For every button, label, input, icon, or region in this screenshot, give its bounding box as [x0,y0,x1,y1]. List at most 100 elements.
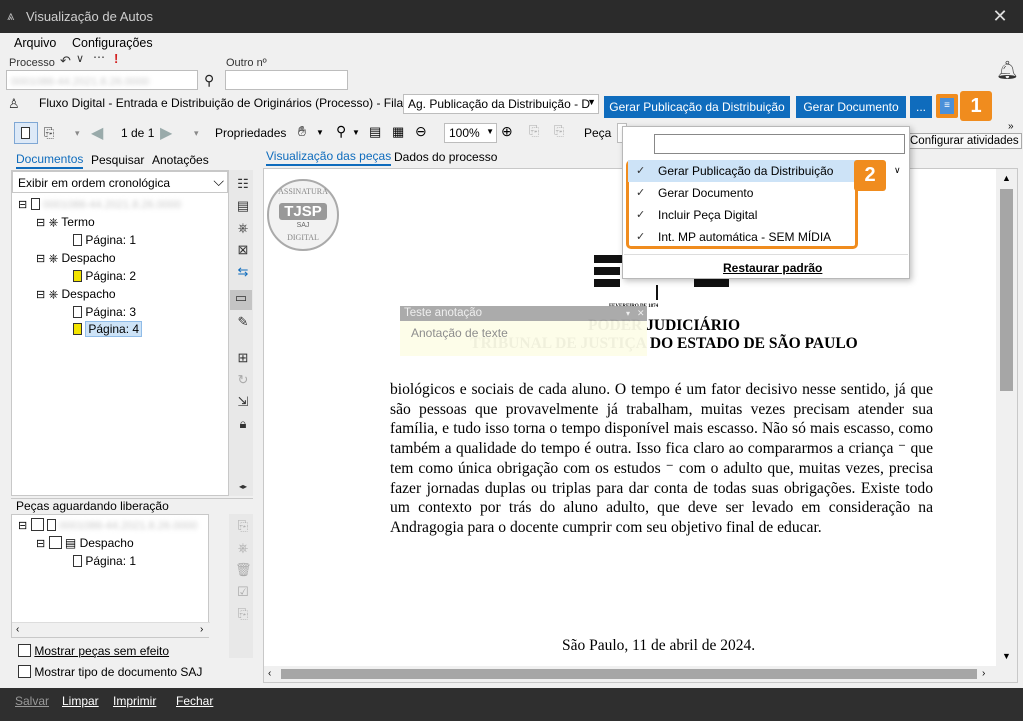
checkbox[interactable] [48,536,62,549]
zoom-in-icon[interactable]: ⊕ [501,123,513,140]
dropdown-search-input[interactable] [654,134,905,154]
limpar-button[interactable]: Limpar [62,694,99,708]
tree-page-4[interactable]: Página: 4 [73,321,143,337]
waiting-root[interactable]: ⊟ 0001086-44.2021.8.26.0000 [18,518,198,532]
scroll-thumb[interactable] [1000,189,1013,391]
gerar-documento-button[interactable]: Gerar Documento [796,96,906,118]
collapse-icon[interactable]: ⊟ [36,538,45,550]
chevron-down-icon[interactable]: ▼ [316,128,324,137]
copy-icon[interactable]: ⎘ [235,606,251,622]
chevron-down-icon[interactable]: ▾ [626,306,630,321]
tab-dados[interactable]: Dados do processo [394,150,497,164]
fit-width-icon[interactable]: ▤ [369,124,381,140]
refresh-icon[interactable]: ↻ [235,372,251,388]
undo-icon[interactable]: ↶ [60,53,71,69]
more-dots-icon[interactable]: ⋯ [93,50,105,64]
edit-note-icon[interactable]: ✎ [235,314,251,330]
configure-activities-button[interactable]: ≡ [936,94,958,118]
tree-page-3[interactable]: Página: 3 [73,305,136,319]
trash-icon[interactable]: 🗑︎ [235,562,252,578]
tree-root[interactable]: ⊟ 0001086-44.2021.8.26.0000 [18,197,181,211]
dropdown-item-int-mp[interactable]: ✓ Int. MP automática - SEM MÍDIA [628,226,860,248]
scroll-thumb[interactable] [281,669,977,679]
zoom-out-icon[interactable]: ⊖ [415,123,427,140]
collapse-icon[interactable]: ⊟ [36,217,45,229]
scroll-left-icon[interactable]: ‹ [268,668,271,679]
last-page-icon[interactable]: ▾ [194,128,199,139]
order-select[interactable]: Exibir em ordem cronológica ⌵ [12,171,228,193]
release-icon[interactable]: ⎘ [235,518,251,534]
close-icon[interactable]: ✕ [990,5,1010,27]
search-icon[interactable]: ⚲ [204,72,214,89]
tab-documentos[interactable]: Documentos [16,152,84,169]
sem-efeito-checkbox[interactable]: Mostrar peças sem efeito [18,644,169,658]
certificate-icon[interactable]: ⎈ [235,220,251,236]
notification-bell-icon[interactable]: 🔔︎ [996,60,1019,84]
add-icon[interactable]: ⊞ [235,350,251,366]
propriedades-button[interactable]: Propriedades [215,126,286,140]
fit-page-icon[interactable]: ▦ [392,124,404,140]
paste-icon[interactable]: ⎘ [554,123,564,139]
doc-view-toggle[interactable] [14,122,38,144]
certificate-icon[interactable]: ⎈ [235,540,251,556]
fechar-button[interactable]: Fechar [176,694,213,708]
gerar-publicacao-button[interactable]: Gerar Publicação da Distribuição [604,96,790,118]
collapse-icon[interactable]: ⊟ [18,520,27,532]
compare-icon[interactable]: ⇆ [235,264,251,280]
prev-page-icon[interactable]: ◀ [91,123,103,143]
tree-item-termo[interactable]: ⊟ ⎈ Termo [36,215,95,230]
collapse-icon[interactable]: ⊟ [36,253,45,265]
split-view-icon[interactable]: ⎘ [44,125,54,141]
dropdown-item-gerar-publicacao[interactable]: ✓ Gerar Publicação da Distribuição [628,160,860,182]
scroll-left-icon[interactable]: ‹ [16,624,19,635]
copy-icon[interactable]: ⎘ [529,123,539,139]
tab-anotacoes[interactable]: Anotações [152,153,209,167]
checkbox[interactable] [18,644,31,657]
zoom-search-icon[interactable]: ⚲ [336,123,346,140]
waiting-item-despacho[interactable]: ⊟ ▤ Despacho [36,536,134,550]
chevron-down-icon[interactable]: ∨ [894,165,901,176]
waiting-page-1[interactable]: Página: 1 [73,554,136,568]
stack-icon[interactable]: ▤ [235,198,251,214]
collapse-icon[interactable]: ⊟ [36,289,45,301]
annotation-popup[interactable]: Teste anotação ▾ ✕ Anotação de texte [400,306,647,356]
tree-page-1[interactable]: Página: 1 [73,233,136,247]
tree-page-2[interactable]: Página: 2 [73,269,136,283]
tab-pesquisar[interactable]: Pesquisar [91,153,144,167]
next-page-icon[interactable]: ▶ [160,123,172,143]
scroll-up-icon[interactable]: ▲ [1002,173,1011,183]
tab-visualizacao[interactable]: Visualização das peças [266,149,392,166]
list-icon[interactable]: ☷ [235,176,251,192]
checkbox[interactable] [18,665,31,678]
scroll-down-icon[interactable]: ▼ [1002,651,1011,661]
fila-select[interactable]: Ag. Publicação da Distribuição - D ▼ [403,94,599,114]
lock-icon[interactable]: 🔒︎ [235,416,251,432]
annotation-body[interactable]: Anotação de texte [411,326,508,340]
menu-configuracoes[interactable]: Configurações [72,36,153,50]
more-actions-button[interactable]: ... [910,96,932,118]
remove-cert-icon[interactable]: ⊠ [235,242,251,258]
approve-icon[interactable]: ☑ [235,584,251,600]
zoom-select[interactable]: 100% ▼ [444,123,497,143]
viewer-v-scrollbar[interactable]: ▲ ▼ [996,169,1017,667]
salvar-button[interactable]: Salvar [15,694,49,708]
scroll-arrows-icon[interactable]: ◂▸ [235,479,251,495]
waiting-h-scrollbar[interactable]: ‹ › [12,622,210,637]
first-page-icon[interactable]: ▾ [75,128,80,139]
dropdown-item-gerar-documento[interactable]: ✓ Gerar Documento [628,182,860,204]
export-icon[interactable]: ⇲ [235,394,251,410]
dropdown-item-incluir-peca[interactable]: ✓ Incluir Peça Digital [628,204,860,226]
menu-arquivo[interactable]: Arquivo [14,36,56,50]
outro-input[interactable] [225,70,348,90]
checkbox[interactable] [30,518,44,531]
processo-input[interactable]: 0001086-44.2021.8.26.0000 [6,70,198,90]
restore-default-link[interactable]: Restaurar padrão [723,261,822,275]
annotation-header[interactable]: Teste anotação ▾ ✕ [400,306,647,321]
scroll-right-icon[interactable]: › [200,624,203,635]
imprimir-button[interactable]: Imprimir [113,694,156,708]
tree-item-despacho-2[interactable]: ⊟ ⎈ Despacho [36,287,116,302]
chevron-down-icon[interactable]: ∨ [76,52,84,65]
tipo-saj-checkbox[interactable]: Mostrar tipo de documento SAJ [18,665,202,679]
scroll-right-icon[interactable]: › [982,668,985,679]
chevron-down-icon[interactable]: ▼ [352,128,360,137]
